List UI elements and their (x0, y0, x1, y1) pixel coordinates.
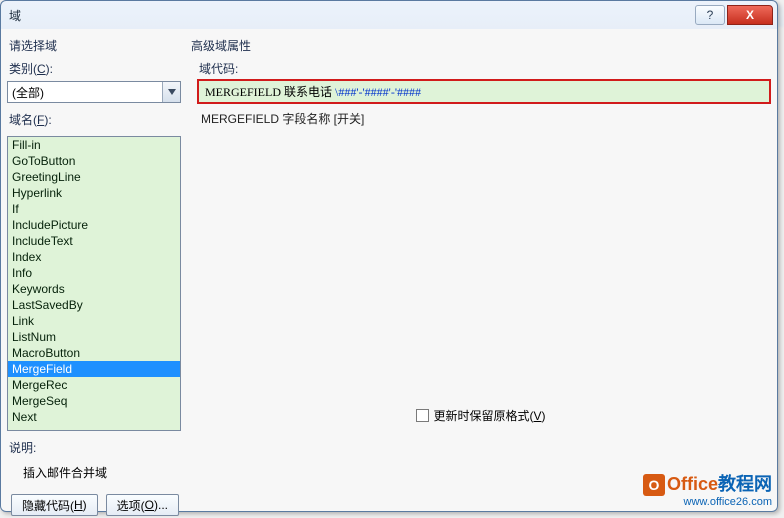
field-code-format: \###'-'####'-'#### (335, 85, 421, 99)
chevron-down-icon (162, 82, 180, 102)
list-item[interactable]: Index (8, 249, 180, 265)
description-label: 说明: (9, 439, 771, 456)
watermark-brand2: 教程网 (718, 474, 772, 494)
field-names-list[interactable]: Fill-inGoToButtonGreetingLineHyperlinkIf… (7, 136, 181, 431)
field-syntax: MERGEFIELD 字段名称 [开关] (201, 110, 771, 127)
list-item[interactable]: Next (8, 409, 180, 425)
preserve-format-checkbox[interactable] (416, 409, 429, 422)
right-panel: 高级域属性 域代码: MERGEFIELD 联系电话 \###'-'####'-… (181, 35, 771, 431)
list-item[interactable]: If (8, 201, 180, 217)
help-button[interactable]: ? (695, 5, 725, 25)
list-item[interactable]: Hyperlink (8, 185, 180, 201)
preserve-format-label: 更新时保留原格式(V) (433, 407, 545, 424)
field-dialog: 域 ? X 请选择域 类别(C): (全部) 域名(F): Fill-inGoT… (0, 0, 778, 512)
options-button[interactable]: 选项(O)... (106, 494, 179, 516)
list-item[interactable]: Link (8, 313, 180, 329)
list-item[interactable]: IncludeText (8, 233, 180, 249)
field-code-prefix: MERGEFIELD 联系电话 (205, 85, 335, 99)
category-label: 类别(C): (9, 60, 181, 77)
preserve-format-row: 更新时保留原格式(V) (191, 407, 771, 424)
close-icon: X (746, 8, 754, 22)
list-item[interactable]: ListNum (8, 329, 180, 345)
advanced-properties-label: 高级域属性 (191, 37, 771, 54)
list-item[interactable]: MergeField (8, 361, 180, 377)
list-item[interactable]: MacroButton (8, 345, 180, 361)
list-item[interactable]: Fill-in (8, 137, 180, 153)
watermark-url: www.office26.com (643, 496, 772, 508)
watermark-brand1: Office (667, 474, 718, 494)
close-button[interactable]: X (727, 5, 773, 25)
hide-codes-button[interactable]: 隐藏代码(H) (11, 494, 98, 516)
select-field-label: 请选择域 (9, 37, 181, 54)
list-item[interactable]: MergeSeq (8, 393, 180, 409)
dialog-body: 请选择域 类别(C): (全部) 域名(F): Fill-inGoToButto… (1, 29, 777, 511)
list-item[interactable]: GreetingLine (8, 169, 180, 185)
titlebar: 域 ? X (1, 1, 777, 29)
field-names-label: 域名(F): (9, 111, 181, 128)
window-buttons: ? X (693, 5, 773, 25)
watermark: OOffice教程网 www.office26.com (643, 470, 772, 508)
dialog-title: 域 (9, 7, 21, 24)
help-icon: ? (707, 8, 714, 22)
office-icon: O (643, 474, 665, 496)
list-item[interactable]: IncludePicture (8, 217, 180, 233)
list-item[interactable]: MergeRec (8, 377, 180, 393)
list-item[interactable]: LastSavedBy (8, 297, 180, 313)
list-item[interactable]: Keywords (8, 281, 180, 297)
list-item[interactable]: Info (8, 265, 180, 281)
list-item[interactable]: GoToButton (8, 153, 180, 169)
category-combo[interactable]: (全部) (7, 81, 181, 103)
field-code-input[interactable]: MERGEFIELD 联系电话 \###'-'####'-'#### (197, 79, 771, 104)
category-value: (全部) (8, 84, 162, 101)
field-code-label: 域代码: (199, 60, 771, 77)
left-panel: 请选择域 类别(C): (全部) 域名(F): Fill-inGoToButto… (7, 35, 181, 431)
